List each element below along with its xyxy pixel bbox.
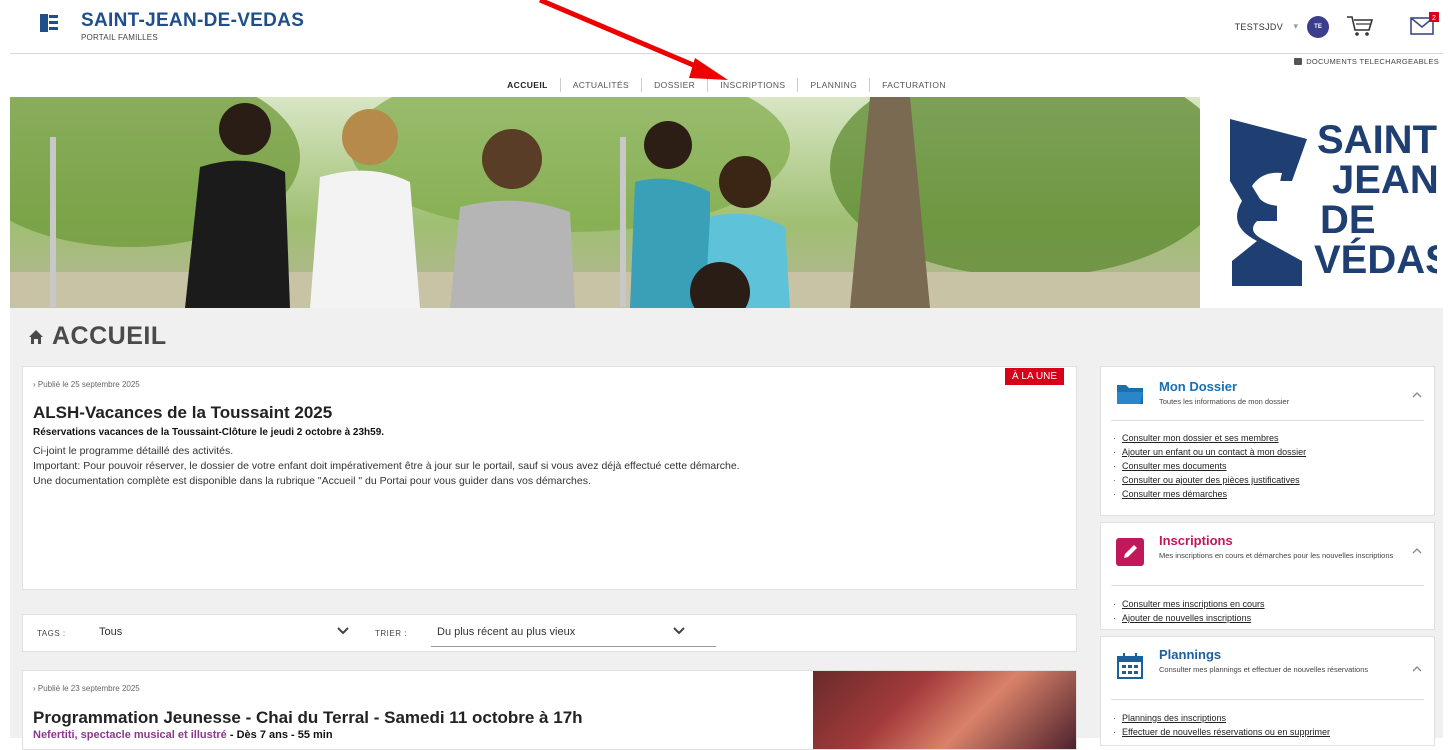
nav-planning[interactable]: PLANNING [797, 78, 869, 92]
featured-badge: À LA UNE [1004, 368, 1064, 385]
sidebar-link[interactable]: Effectuer de nouvelles réservations ou e… [1113, 727, 1330, 737]
panel-divider [1111, 699, 1424, 700]
sidebar-link[interactable]: Ajouter un enfant ou un contact à mon do… [1113, 447, 1306, 457]
article-photo[interactable] [813, 671, 1076, 749]
header-divider [10, 53, 1443, 54]
panel-description: Consulter mes plannings et effectuer de … [1159, 665, 1369, 674]
filter-bar: TAGS : Tous TRIER : Du plus récent au pl… [22, 614, 1077, 652]
documents-download-link[interactable]: DOCUMENTS TELECHARGEABLES [1294, 57, 1439, 66]
panel-title[interactable]: Plannings [1159, 647, 1221, 662]
chevron-up-icon[interactable] [1412, 391, 1422, 399]
sidebar-link[interactable]: Consulter mes inscriptions en cours [1113, 599, 1265, 609]
article-text-line: Ci-joint le programme détaillé des activ… [33, 445, 234, 457]
article-date-text: Publié le 23 septembre 2025 [37, 684, 140, 693]
logo-line-4: VÉDAS [1314, 237, 1437, 282]
main-nav: ACCUEIL ACTUALITÉS DOSSIER INSCRIPTIONS … [0, 78, 1453, 92]
tags-select[interactable]: Tous [99, 626, 122, 638]
panel-title[interactable]: Mon Dossier [1159, 379, 1237, 394]
article-title[interactable]: ALSH-Vacances de la Toussaint 2025 [33, 403, 332, 423]
nav-accueil[interactable]: ACCUEIL [495, 78, 560, 92]
tags-label: TAGS : [37, 629, 66, 638]
sidebar-link[interactable]: Consulter ou ajouter des pièces justific… [1113, 475, 1300, 485]
nav-facturation[interactable]: FACTURATION [869, 78, 958, 92]
article-card-featured[interactable]: › Publié le 25 septembre 2025 À LA UNE A… [22, 366, 1077, 590]
saint-jean-de-vedas-logo: SAINT JEAN DE VÉDAS [1230, 118, 1437, 286]
article-date: › Publié le 23 septembre 2025 [33, 684, 140, 693]
article-subtitle: Réservations vacances de la Toussaint-Cl… [33, 427, 385, 438]
header: SAINT-JEAN-DE-VEDAS PORTAIL FAMILLES TES… [0, 0, 1453, 56]
avatar[interactable]: TE [1307, 16, 1329, 38]
logo-line-3: DE [1320, 198, 1376, 242]
nav-dossier[interactable]: DOSSIER [641, 78, 707, 92]
documents-download-label[interactable]: DOCUMENTS TELECHARGEABLES [1306, 57, 1439, 66]
children-playing-photo [10, 97, 1200, 308]
sidebar-panel-inscriptions: Inscriptions Mes inscriptions en cours e… [1100, 522, 1435, 630]
sidebar-link[interactable]: Ajouter de nouvelles inscriptions [1113, 613, 1251, 623]
hero-banner: SAINT JEAN DE VÉDAS [10, 97, 1443, 308]
sidebar-link[interactable]: Consulter mes documents [1113, 461, 1227, 471]
sidebar-panel-dossier: Mon Dossier Toutes les informations de m… [1100, 366, 1435, 516]
sidebar-panel-plannings: Plannings Consulter mes plannings et eff… [1100, 636, 1435, 746]
brand-subtitle: PORTAIL FAMILLES [81, 33, 158, 42]
sidebar-link[interactable]: Consulter mon dossier et ses membres [1113, 433, 1279, 443]
home-icon [29, 329, 43, 344]
article-subtitle: Nefertiti, spectacle musical et illustré… [33, 729, 333, 741]
panel-divider [1111, 585, 1424, 586]
sidebar-link[interactable]: Plannings des inscriptions [1113, 713, 1226, 723]
page-title: ACCUEIL [52, 322, 167, 350]
mail-icon[interactable]: 2 [1409, 12, 1439, 38]
nav-actualites[interactable]: ACTUALITÉS [559, 78, 641, 92]
article-subtitle-link: Nefertiti, spectacle musical et illustré [33, 729, 227, 741]
panel-divider [1111, 420, 1424, 421]
sort-underline [431, 646, 716, 647]
mail-count-badge: 2 [1432, 15, 1436, 22]
logo-line-1: SAINT [1317, 118, 1437, 162]
chevron-down-icon[interactable]: ▾ [1293, 21, 1298, 32]
panel-title[interactable]: Inscriptions [1159, 533, 1233, 548]
sort-select[interactable]: Du plus récent au plus vieux [437, 626, 575, 638]
panel-description: Mes inscriptions en cours et démarches p… [1159, 551, 1394, 560]
article-date: › Publié le 25 septembre 2025 [33, 380, 140, 389]
brand-logo-icon[interactable] [38, 12, 60, 34]
pencil-icon [1116, 538, 1144, 566]
article-text-line: Une documentation complète est disponibl… [33, 475, 591, 487]
sort-label: TRIER : [375, 629, 407, 638]
article-date-text: Publié le 25 septembre 2025 [37, 380, 140, 389]
lock-icon [1294, 58, 1303, 65]
article-subtitle-meta: - Dès 7 ans - 55 min [226, 729, 333, 741]
calendar-icon [1117, 653, 1143, 679]
cart-icon[interactable] [1345, 14, 1375, 38]
nav-inscriptions[interactable]: INSCRIPTIONS [707, 78, 797, 92]
folder-icon [1117, 385, 1143, 404]
chevron-down-icon[interactable] [673, 626, 685, 636]
chevron-up-icon[interactable] [1412, 547, 1422, 555]
article-title[interactable]: Programmation Jeunesse - Chai du Terral … [33, 708, 583, 728]
chevron-down-icon[interactable] [337, 626, 349, 636]
logo-line-2: JEAN [1332, 158, 1437, 202]
page-heading: ACCUEIL [28, 322, 167, 351]
user-menu-name[interactable]: TESTSJDV [1235, 22, 1283, 32]
article-card[interactable]: › Publié le 23 septembre 2025 Programmat… [22, 670, 1077, 750]
article-text-line: Important: Pour pouvoir réserver, le dos… [33, 460, 740, 472]
chevron-up-icon[interactable] [1412, 665, 1422, 673]
panel-description: Toutes les informations de mon dossier [1159, 397, 1290, 406]
sidebar-link[interactable]: Consulter mes démarches [1113, 489, 1227, 499]
brand-title[interactable]: SAINT-JEAN-DE-VEDAS [81, 10, 304, 32]
